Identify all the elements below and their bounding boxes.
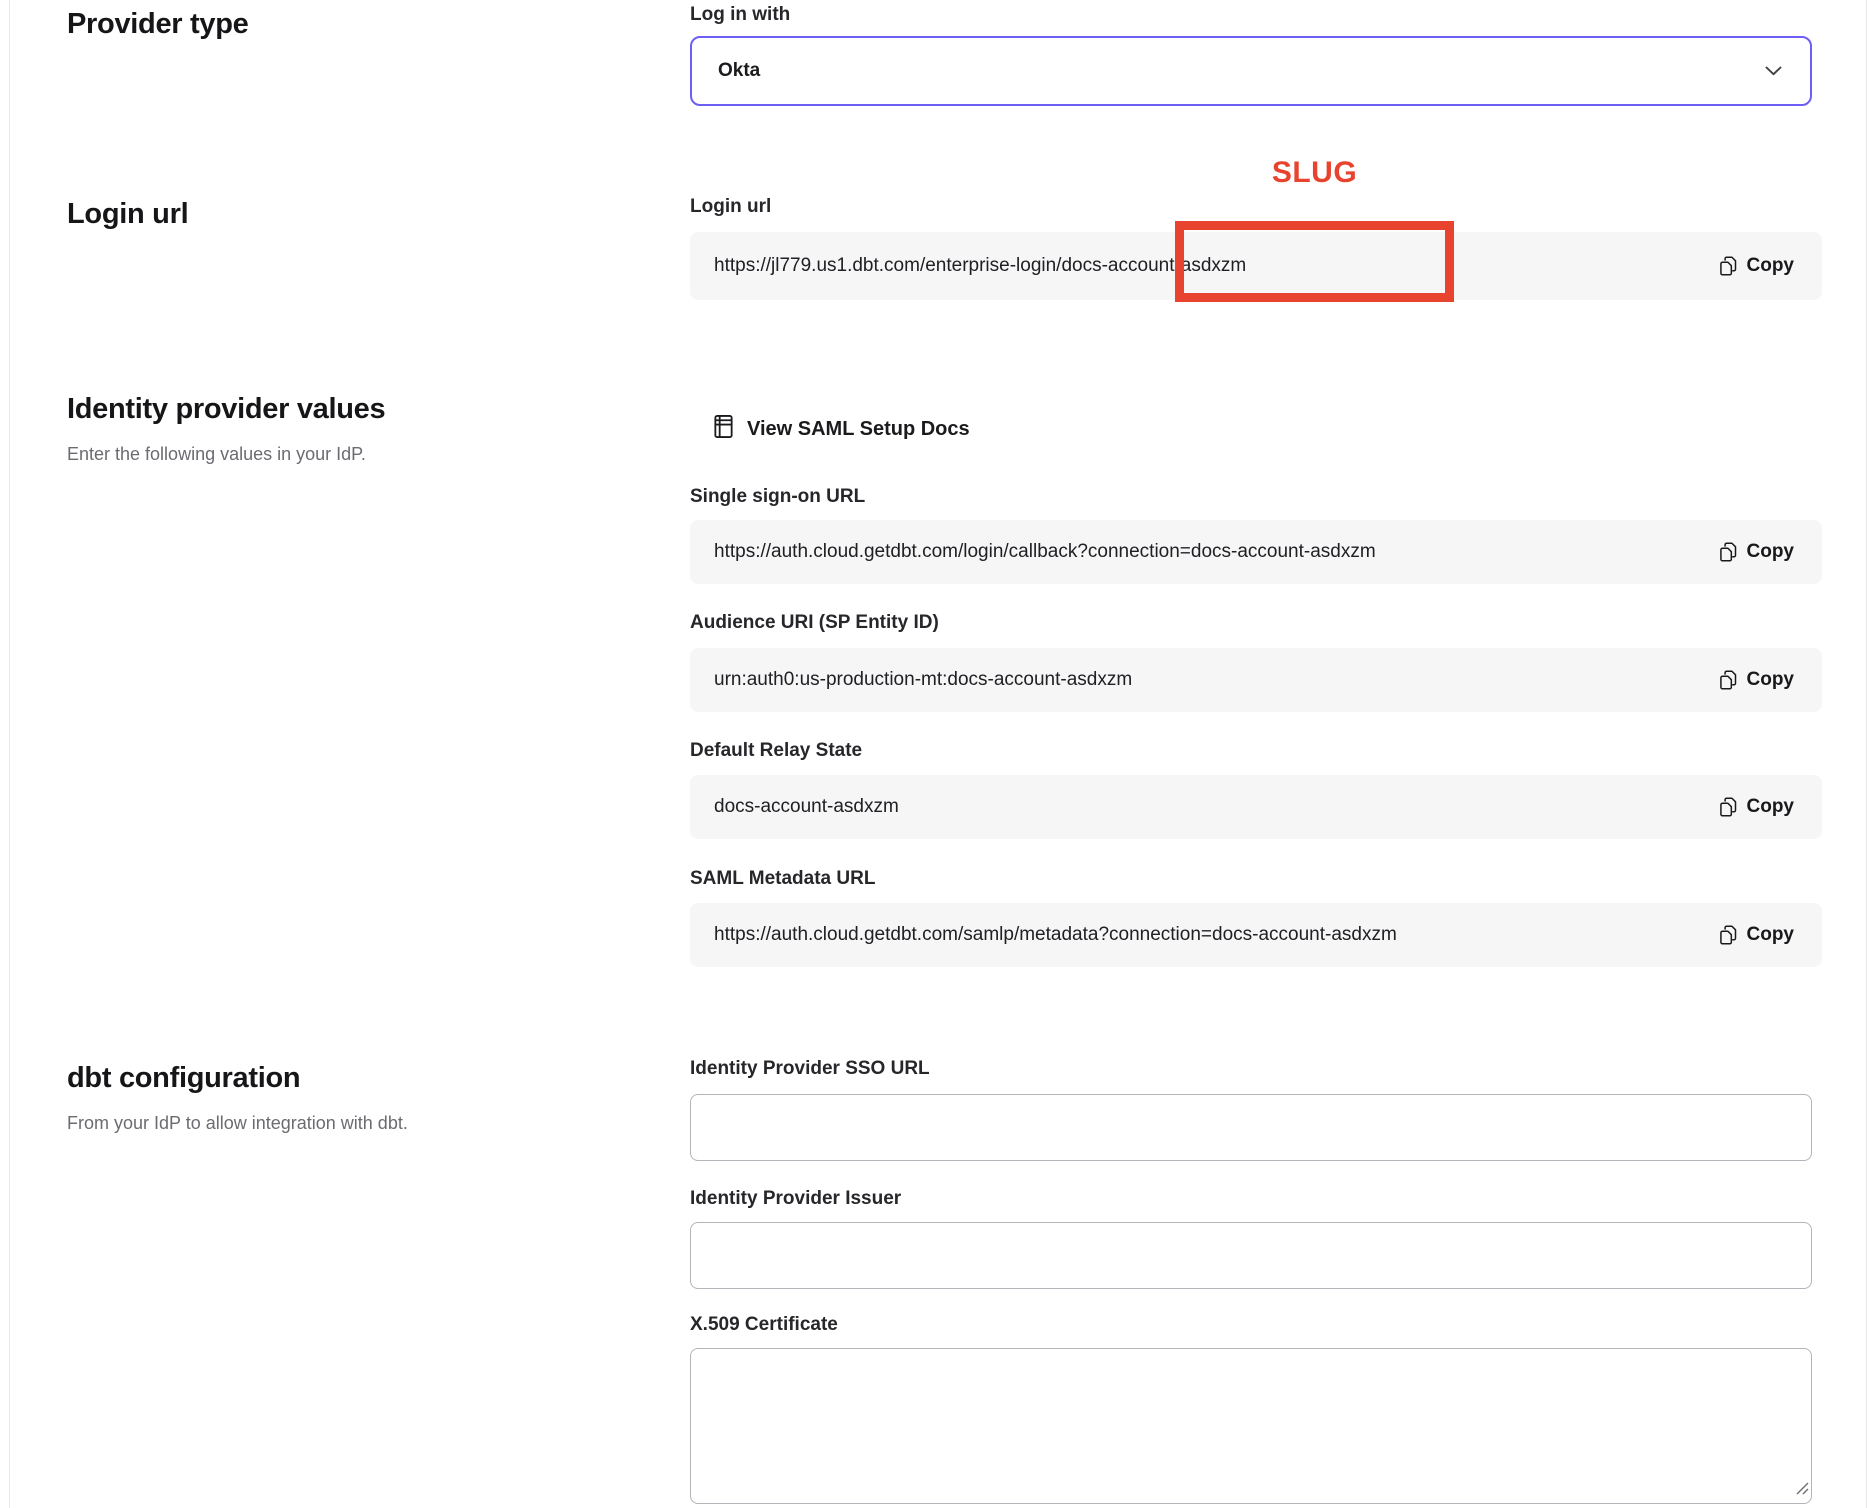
copy-audience-uri-button[interactable]: Copy (1718, 669, 1795, 691)
single-sign-on-url-value: https://auth.cloud.getdbt.com/login/call… (714, 541, 1376, 563)
single-sign-on-url-label: Single sign-on URL (690, 486, 865, 508)
copy-icon (1718, 669, 1738, 691)
view-saml-setup-docs-link[interactable]: View SAML Setup Docs (712, 413, 970, 446)
copy-button-label: Copy (1747, 669, 1795, 691)
dbt-configuration-subheading: From your IdP to allow integration with … (67, 1113, 408, 1134)
content-right-border (1866, 0, 1867, 1508)
x509-certificate-textarea[interactable] (690, 1348, 1812, 1504)
default-relay-state-value: docs-account-asdxzm (714, 796, 899, 818)
chevron-down-icon (1765, 66, 1782, 76)
x509-certificate-label: X.509 Certificate (690, 1314, 838, 1336)
provider-type-heading: Provider type (67, 8, 248, 41)
default-relay-state-label: Default Relay State (690, 740, 862, 762)
audience-uri-value: urn:auth0:us-production-mt:docs-account-… (714, 669, 1132, 691)
copy-single-sign-on-url-button[interactable]: Copy (1718, 541, 1795, 563)
default-relay-state-row: docs-account-asdxzm Copy (690, 775, 1822, 839)
copy-icon (1718, 796, 1738, 818)
saml-metadata-url-value: https://auth.cloud.getdbt.com/samlp/meta… (714, 924, 1397, 946)
sso-configuration-page: Provider type Log in with Okta Login url… (0, 0, 1876, 1508)
identity-provider-issuer-input[interactable] (690, 1222, 1812, 1289)
content-left-border (9, 0, 10, 1508)
slug-annotation: SLUG (1175, 156, 1454, 190)
login-url-value: https://jl779.us1.dbt.com/enterprise-log… (714, 255, 1246, 277)
copy-button-label: Copy (1747, 924, 1795, 946)
identity-provider-sso-url-label: Identity Provider SSO URL (690, 1058, 930, 1080)
copy-icon (1718, 924, 1738, 946)
saml-metadata-url-label: SAML Metadata URL (690, 868, 875, 890)
log-in-with-label: Log in with (690, 4, 790, 26)
login-url-prefix: https://jl779.us1.dbt.com/enterprise-log… (714, 255, 1061, 276)
identity-provider-issuer-label: Identity Provider Issuer (690, 1188, 901, 1210)
copy-button-label: Copy (1747, 541, 1795, 563)
saml-metadata-url-row: https://auth.cloud.getdbt.com/samlp/meta… (690, 903, 1822, 967)
identity-provider-values-heading: Identity provider values (67, 393, 385, 426)
docs-link-label: View SAML Setup Docs (747, 418, 970, 441)
single-sign-on-url-row: https://auth.cloud.getdbt.com/login/call… (690, 520, 1822, 584)
copy-button-label: Copy (1747, 255, 1795, 277)
login-with-select[interactable]: Okta (690, 36, 1812, 106)
audience-uri-row: urn:auth0:us-production-mt:docs-account-… (690, 648, 1822, 712)
copy-login-url-button[interactable]: Copy (1718, 255, 1795, 277)
login-with-selected-value: Okta (718, 60, 760, 82)
dbt-configuration-heading: dbt configuration (67, 1062, 300, 1095)
identity-provider-values-subheading: Enter the following values in your IdP. (67, 444, 366, 465)
audience-uri-label: Audience URI (SP Entity ID) (690, 612, 939, 634)
copy-default-relay-state-button[interactable]: Copy (1718, 796, 1795, 818)
login-url-field-label: Login url (690, 196, 771, 218)
docs-icon (712, 413, 735, 446)
copy-icon (1718, 255, 1738, 277)
copy-button-label: Copy (1747, 796, 1795, 818)
login-url-heading: Login url (67, 198, 188, 231)
login-url-slug: docs-account-asdxzm (1061, 255, 1246, 276)
copy-icon (1718, 541, 1738, 563)
login-url-row: https://jl779.us1.dbt.com/enterprise-log… (690, 232, 1822, 300)
copy-saml-metadata-url-button[interactable]: Copy (1718, 924, 1795, 946)
identity-provider-sso-url-input[interactable] (690, 1094, 1812, 1161)
